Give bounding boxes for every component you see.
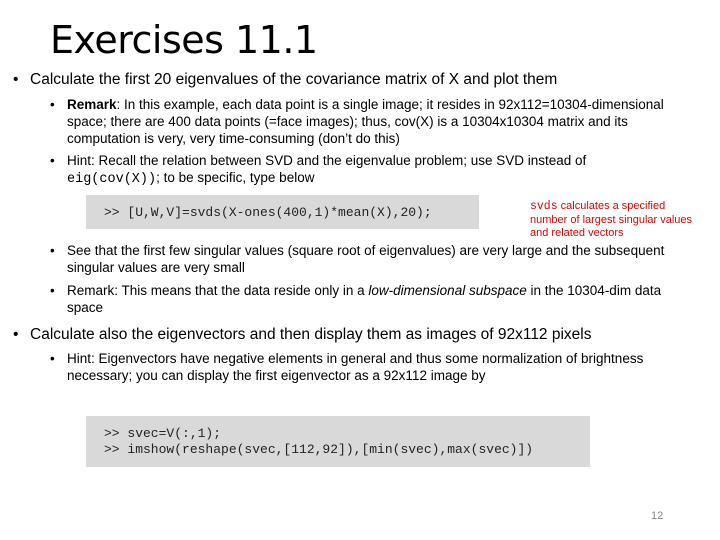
singular-values-text: See that the first few singular values (… (67, 243, 665, 275)
bullet-dot: • (50, 283, 55, 298)
hint-svd-text-after: ; to be specific, type below (156, 170, 315, 185)
remark-covariance: • Remark: In this example, each data poi… (50, 96, 667, 147)
bullet-eigenvalues: • Calculate the first 20 eigenvalues of … (13, 70, 690, 89)
bullet-dot: • (50, 243, 55, 258)
bullet-dot: • (50, 97, 55, 112)
hint-svd-text-before: Hint: Recall the relation between SVD an… (67, 153, 587, 168)
code-svds-line: >> [U,W,V]=svds(X-ones(400,1)*mean(X),20… (104, 205, 432, 220)
slide-title: Exercises 11.1 (50, 18, 318, 62)
code-svds-box: >> [U,W,V]=svds(X-ones(400,1)*mean(X),20… (86, 195, 479, 229)
bullet-eigenvalues-text: Calculate the first 20 eigenvalues of th… (30, 71, 558, 88)
singular-values-point: • See that the first few singular values… (50, 242, 667, 276)
code-line: >> imshow(reshape(svec,[112,92]),[min(sv… (104, 442, 534, 457)
bullet-dot: • (13, 326, 19, 343)
bullet-dot: • (13, 71, 19, 88)
bullet-dot: • (50, 351, 55, 366)
code-line: >> svec=V(:,1); (104, 426, 222, 441)
remark-label: Remark (67, 97, 117, 112)
remark-text: : In this example, each data point is a … (67, 97, 664, 146)
side-note-code: svds (530, 200, 558, 213)
hint-normalization-text: Hint: Eigenvectors have negative element… (67, 351, 644, 383)
hint-svd-code: eig(cov(X)) (67, 172, 157, 187)
page-number: 12 (651, 510, 664, 522)
code-imshow-box: >> svec=V(:,1); >> imshow(reshape(svec,[… (86, 416, 590, 467)
svds-side-note: svds calculates a specified number of la… (530, 200, 700, 241)
bullet-dot: • (50, 153, 55, 168)
hint-svd: • Hint: Recall the relation between SVD … (50, 152, 667, 188)
remark-subspace: • Remark: This means that the data resid… (50, 282, 667, 316)
bullet-eigenvectors-text: Calculate also the eigenvectors and then… (30, 326, 592, 343)
remark-subspace-italic: low-dimensional subspace (368, 283, 527, 298)
remark-subspace-before: Remark: This means that the data reside … (67, 283, 369, 298)
hint-normalization: • Hint: Eigenvectors have negative eleme… (50, 350, 667, 384)
bullet-eigenvectors: • Calculate also the eigenvectors and th… (13, 325, 690, 344)
